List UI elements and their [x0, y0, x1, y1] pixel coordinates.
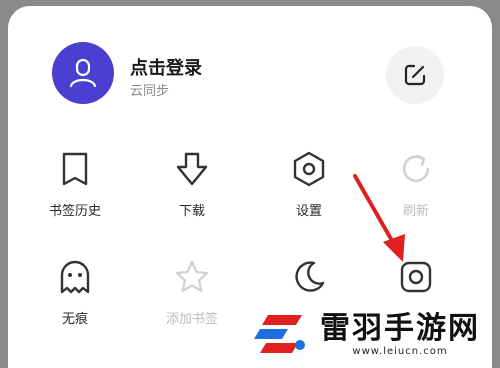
menu-item-bookmarks-history[interactable]: 书签历史: [37, 148, 113, 219]
edit-icon: [404, 64, 426, 86]
menu-item-label: 设置: [295, 204, 322, 219]
star-icon: [175, 260, 209, 293]
brand-logo-icon: [254, 315, 305, 353]
edit-button[interactable]: [386, 46, 444, 104]
menu-item-download[interactable]: 下载: [154, 148, 230, 219]
menu-item-label: 下载: [178, 204, 205, 219]
bookmark-icon: [62, 152, 88, 186]
menu-item-label: 添加书签: [165, 312, 218, 327]
settings-hexagon-icon: [293, 151, 325, 187]
menu-item-settings[interactable]: 设置: [271, 148, 347, 219]
watermark: 雷羽手游网 www.leiucn.com: [242, 300, 500, 368]
user-icon: [69, 58, 97, 88]
watermark-url: www.leiucn.com: [352, 345, 448, 357]
download-icon: [176, 152, 208, 186]
login-title[interactable]: 点击登录: [130, 54, 202, 80]
menu-item-incognito[interactable]: 无痕: [37, 256, 113, 327]
watermark-name: 雷羽手游网: [320, 310, 480, 346]
ghost-icon: [60, 260, 90, 294]
menu-item-label: 无痕: [61, 312, 88, 327]
avatar[interactable]: [52, 42, 114, 104]
login-subtitle: 云同步: [130, 84, 170, 99]
moon-icon: [295, 261, 325, 292]
menu-item-label: 书签历史: [48, 204, 101, 219]
annotation-arrow: [353, 174, 405, 262]
menu-item-add-bookmark[interactable]: 添加书签: [154, 256, 230, 327]
